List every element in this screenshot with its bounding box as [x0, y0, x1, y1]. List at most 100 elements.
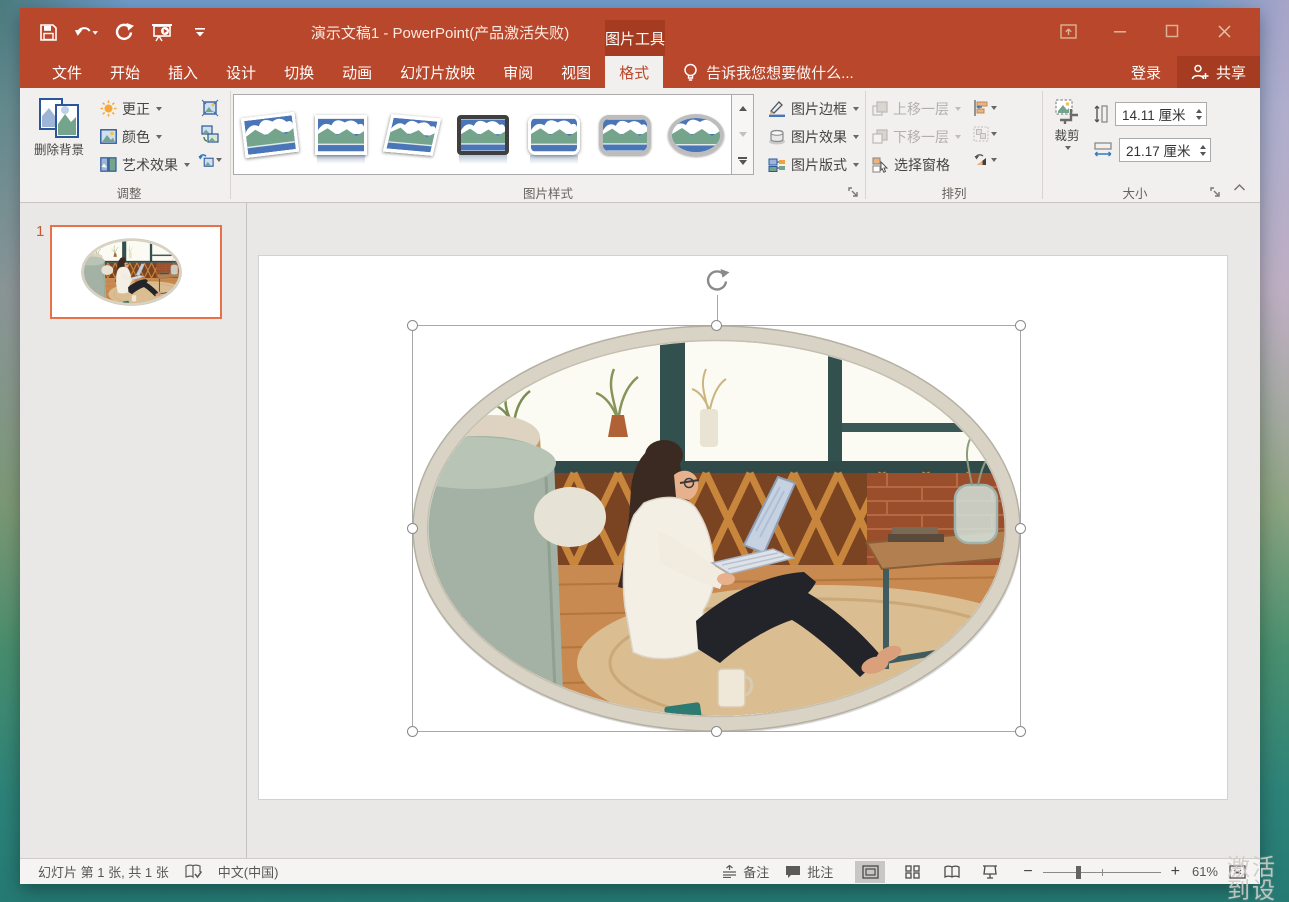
shape-height-field[interactable]: 14.11 厘米: [1115, 102, 1207, 126]
group-label-picture-styles: 图片样式: [233, 183, 863, 202]
undo-icon[interactable]: [74, 20, 98, 44]
oval-picture[interactable]: [412, 325, 1021, 732]
picture-layout-caret: [853, 163, 859, 167]
bring-forward-button[interactable]: 上移一层: [868, 95, 965, 122]
remove-background-button[interactable]: 删除背景: [30, 93, 88, 157]
zoom-slider[interactable]: [1043, 865, 1161, 879]
resize-handle-bottom[interactable]: [711, 726, 722, 737]
shape-height-value: 14.11 厘米: [1116, 104, 1191, 124]
picture-style-perspective-white[interactable]: [376, 95, 447, 174]
picture-border-button[interactable]: 图片边框: [764, 95, 863, 122]
picture-effects-caret: [853, 135, 859, 139]
gallery-scroll-down-icon[interactable]: [732, 121, 753, 147]
compress-picture-button[interactable]: [198, 96, 222, 120]
rotate-objects-button[interactable]: [973, 148, 997, 172]
slide-sorter-view-icon[interactable]: [897, 861, 927, 883]
tab-review[interactable]: 审阅: [489, 56, 547, 88]
fit-slide-to-window-icon[interactable]: [1222, 861, 1252, 883]
tab-animations[interactable]: 动画: [328, 56, 386, 88]
group-arrange: 上移一层 下移一层 选择窗格: [868, 88, 1040, 202]
share-button[interactable]: 共享: [1177, 56, 1260, 88]
size-dialog-launcher-icon[interactable]: [1209, 186, 1222, 199]
bring-forward-caret: [955, 107, 961, 111]
artistic-effects-button[interactable]: 艺术效果: [96, 151, 194, 178]
minimize-icon[interactable]: [1094, 14, 1146, 48]
close-icon[interactable]: [1198, 14, 1250, 48]
picture-layout-button[interactable]: 图片版式: [764, 151, 863, 178]
resize-handle-right[interactable]: [1015, 523, 1026, 534]
slide-canvas[interactable]: [258, 255, 1228, 800]
shape-height-stepper[interactable]: [1191, 103, 1206, 125]
picture-style-rounded-reflection-white[interactable]: [518, 95, 589, 174]
notes-button[interactable]: 备注: [714, 859, 777, 884]
artistic-effects-dropdown-caret: [184, 163, 190, 167]
picture-layout-icon: [768, 157, 786, 173]
send-backward-button[interactable]: 下移一层: [868, 123, 965, 150]
language-status[interactable]: 中文(中国): [210, 859, 287, 884]
tab-insert[interactable]: 插入: [154, 56, 212, 88]
tab-home[interactable]: 开始: [96, 56, 154, 88]
tab-format[interactable]: 格式: [605, 56, 663, 88]
picture-border-caret: [853, 107, 859, 111]
tab-slideshow[interactable]: 幻灯片放映: [386, 56, 489, 88]
zoom-in-icon[interactable]: +: [1167, 863, 1184, 881]
sign-in-button[interactable]: 登录: [1115, 56, 1177, 88]
selection-pane-button[interactable]: 选择窗格: [868, 151, 965, 178]
slide-thumbnail[interactable]: [50, 225, 222, 319]
zoom-out-icon[interactable]: −: [1019, 863, 1036, 881]
picture-effects-button[interactable]: 图片效果: [764, 123, 863, 150]
resize-handle-top-left[interactable]: [407, 320, 418, 331]
reset-picture-button[interactable]: [198, 148, 222, 172]
tell-me-box[interactable]: 告诉我您想要做什么...: [683, 56, 854, 88]
tab-design[interactable]: 设计: [212, 56, 270, 88]
ribbon-display-options-icon[interactable]: [1042, 14, 1094, 48]
shape-width-stepper[interactable]: [1195, 139, 1210, 161]
resize-handle-bottom-right[interactable]: [1015, 726, 1026, 737]
picture-style-frame-black[interactable]: [447, 95, 518, 174]
group-objects-button[interactable]: [973, 122, 997, 146]
picture-styles-gallery: [233, 94, 732, 175]
collapse-ribbon-icon[interactable]: [1230, 180, 1248, 194]
maximize-icon[interactable]: [1146, 14, 1198, 48]
gallery-expand-icon[interactable]: [732, 148, 753, 174]
resize-handle-bottom-left[interactable]: [407, 726, 418, 737]
corrections-button[interactable]: 更正: [96, 95, 194, 122]
resize-handle-left[interactable]: [407, 523, 418, 534]
redo-icon[interactable]: [112, 20, 136, 44]
align-objects-button[interactable]: [973, 96, 997, 120]
shape-height-icon: [1093, 104, 1109, 124]
picture-styles-dialog-launcher-icon[interactable]: [847, 186, 860, 199]
change-picture-button[interactable]: [198, 122, 222, 146]
save-icon[interactable]: [36, 20, 60, 44]
tell-me-placeholder: 告诉我您想要做什么...: [706, 62, 854, 83]
rotate-handle-icon[interactable]: [704, 268, 730, 299]
shape-width-field[interactable]: 21.17 厘米: [1119, 138, 1211, 162]
group-separator: [1042, 91, 1043, 199]
customize-quick-access-toolbar-icon[interactable]: [188, 20, 212, 44]
slide-editor[interactable]: [247, 203, 1260, 858]
gallery-scroll-up-icon[interactable]: [732, 95, 753, 121]
comments-button[interactable]: 批注: [777, 859, 841, 884]
normal-view-icon[interactable]: [855, 861, 885, 883]
resize-handle-top[interactable]: [711, 320, 722, 331]
picture-style-rounded-metal[interactable]: [589, 95, 660, 174]
group-label-adjust: 调整: [30, 183, 228, 202]
picture-style-rotated-white[interactable]: [234, 95, 305, 174]
slideshow-view-icon[interactable]: [975, 861, 1005, 883]
picture-style-simple-frame-white[interactable]: [305, 95, 376, 174]
tab-transitions[interactable]: 切换: [270, 56, 328, 88]
picture-style-metal-oval[interactable]: [660, 95, 731, 174]
resize-handle-top-right[interactable]: [1015, 320, 1026, 331]
zoom-slider-knob[interactable]: [1076, 866, 1081, 879]
color-button[interactable]: 颜色: [96, 123, 194, 150]
start-slideshow-icon[interactable]: [150, 20, 174, 44]
crop-button[interactable]: 裁剪: [1045, 93, 1089, 150]
reading-view-icon[interactable]: [937, 861, 967, 883]
reset-picture-caret: [216, 158, 222, 162]
slide-counter[interactable]: 幻灯片 第 1 张, 共 1 张: [30, 859, 177, 884]
tab-view[interactable]: 视图: [547, 56, 605, 88]
tab-file[interactable]: 文件: [38, 56, 96, 88]
spellcheck-icon[interactable]: [177, 859, 210, 884]
group-objects-caret: [991, 132, 997, 136]
zoom-level[interactable]: 61%: [1184, 864, 1222, 879]
